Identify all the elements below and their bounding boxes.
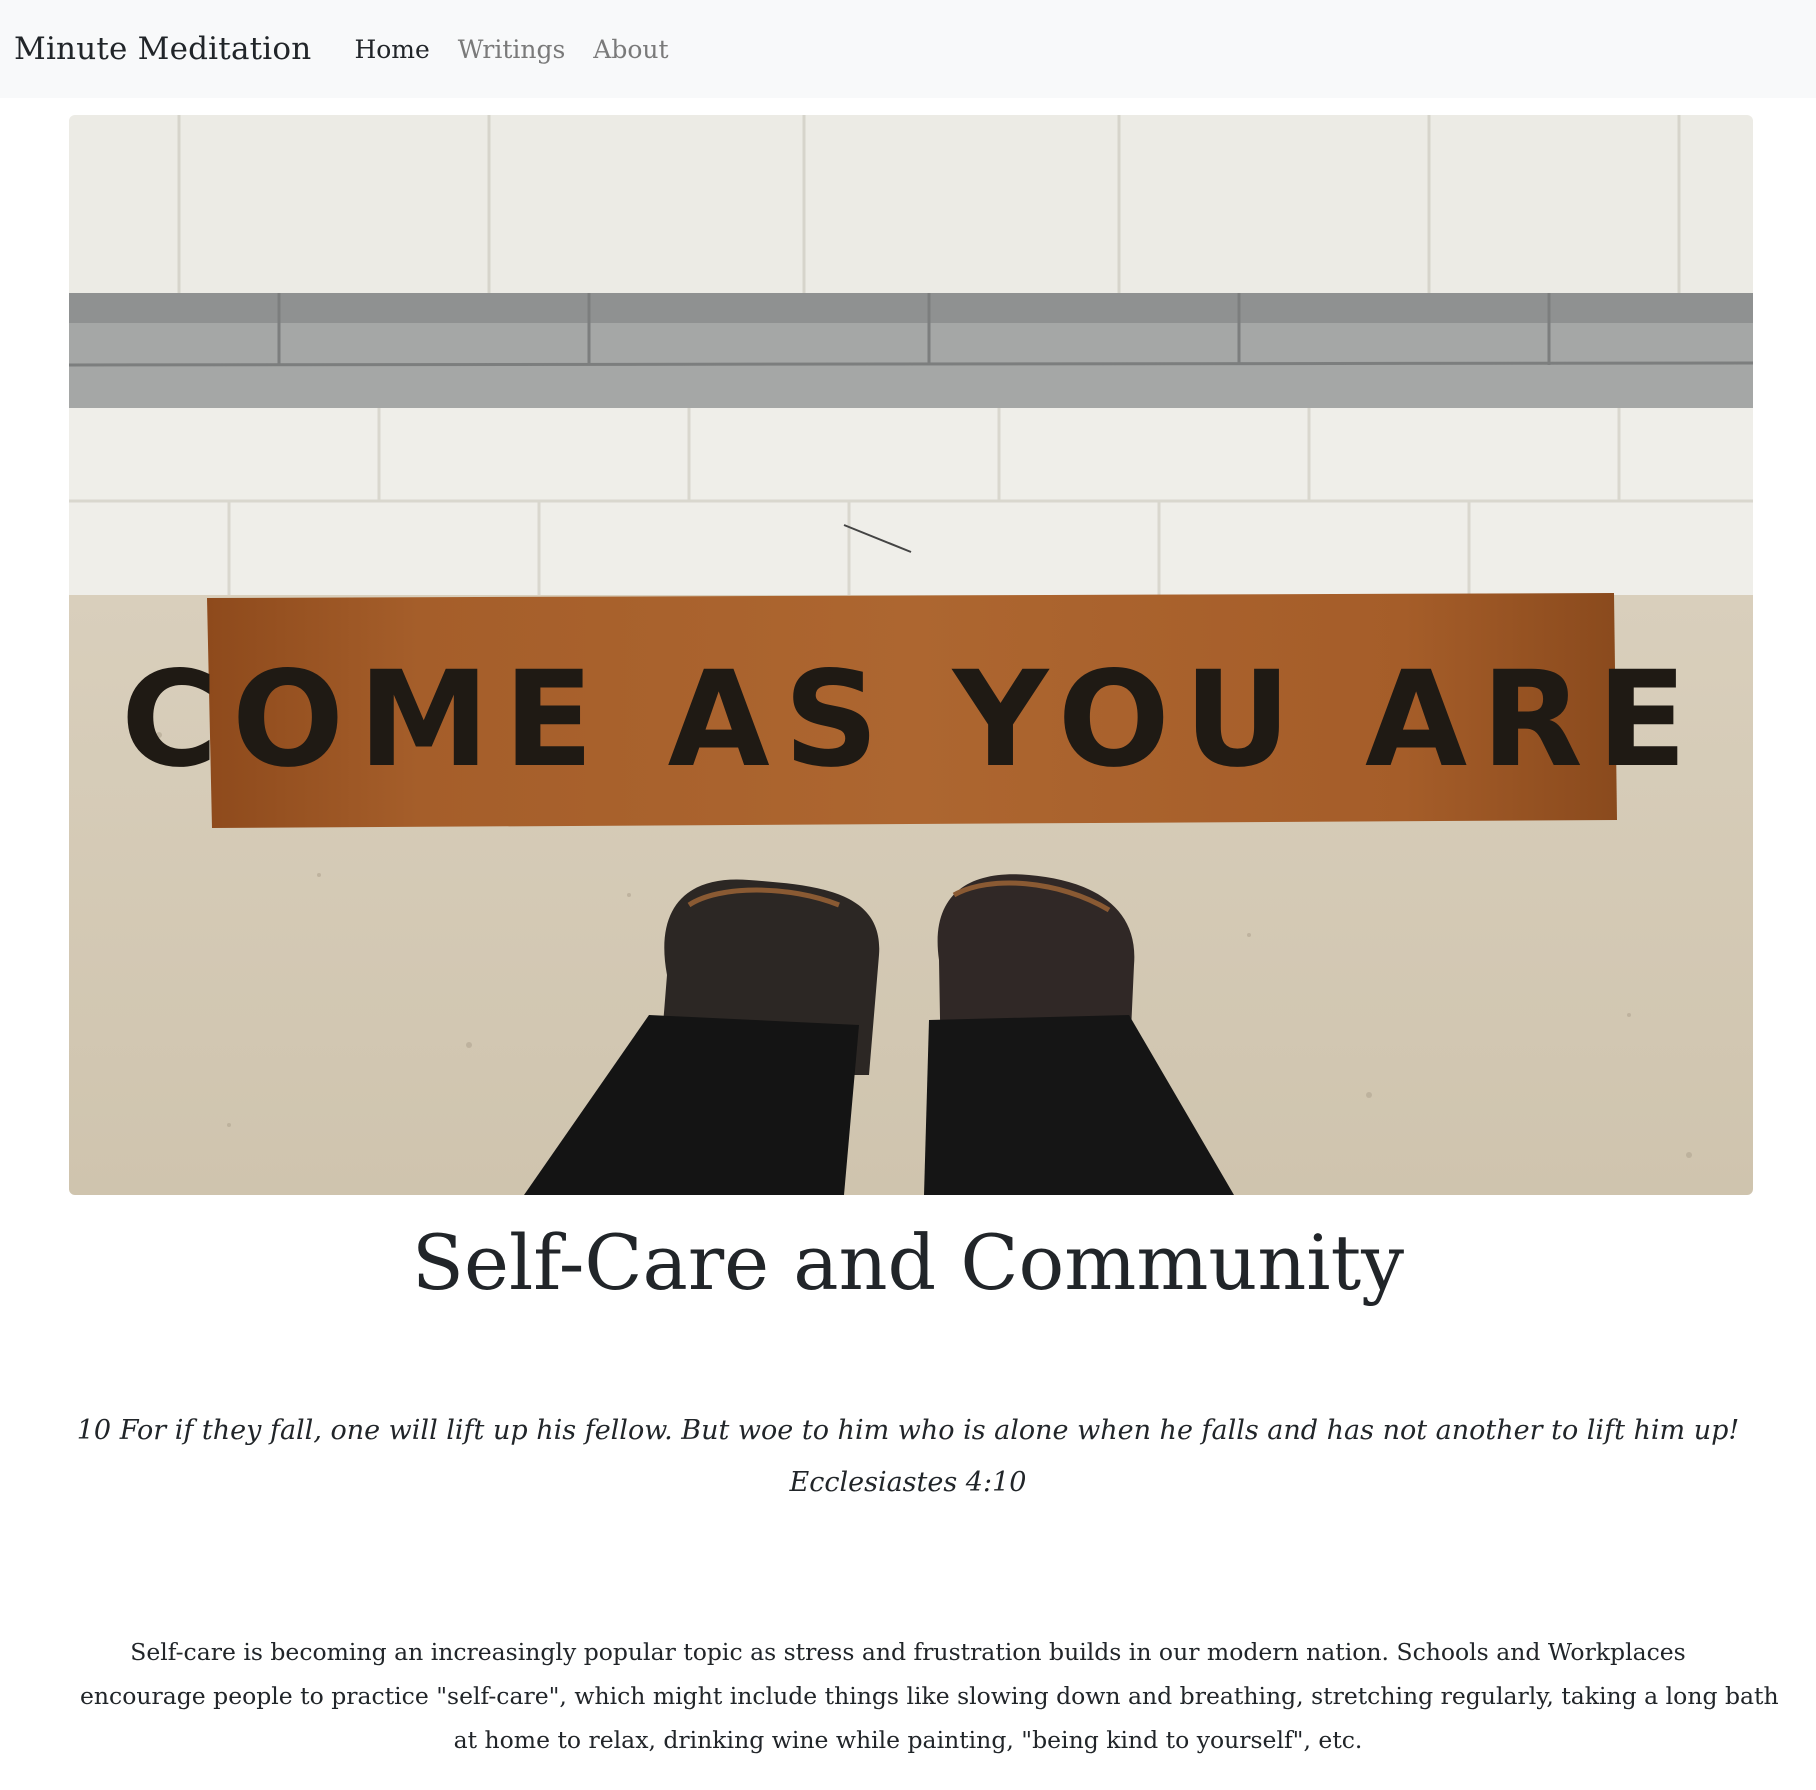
verse-reference: Ecclesiastes 4:10: [789, 1467, 1027, 1498]
brand-link[interactable]: Minute Meditation: [14, 31, 311, 67]
paragraph-line: encourage people to practice "self-care"…: [80, 1682, 1779, 1710]
scripture-verse: 10 For if they fall, one will lift up hi…: [0, 1405, 1816, 1509]
nav-link-about[interactable]: About: [593, 35, 668, 64]
paragraph-line: at home to relax, drinking wine while pa…: [453, 1726, 1363, 1754]
nav-links: Home Writings About: [354, 35, 668, 64]
paragraph-line: Self-care is becoming an increasingly po…: [130, 1638, 1686, 1666]
navbar: Minute Meditation Home Writings About: [0, 0, 1816, 98]
hero-photo: COME AS YOU ARE: [69, 115, 1753, 1195]
hero-image: COME AS YOU ARE: [69, 115, 1753, 1195]
verse-text: 10 For if they fall, one will lift up hi…: [76, 1415, 1740, 1446]
doormat-text: COME AS YOU ARE: [121, 643, 1701, 797]
article-title: Self-Care and Community: [411, 1218, 1405, 1307]
nav-link-home[interactable]: Home: [354, 35, 429, 64]
nav-link-writings[interactable]: Writings: [458, 35, 566, 64]
article-paragraph: Self-care is becoming an increasingly po…: [80, 1630, 1779, 1762]
